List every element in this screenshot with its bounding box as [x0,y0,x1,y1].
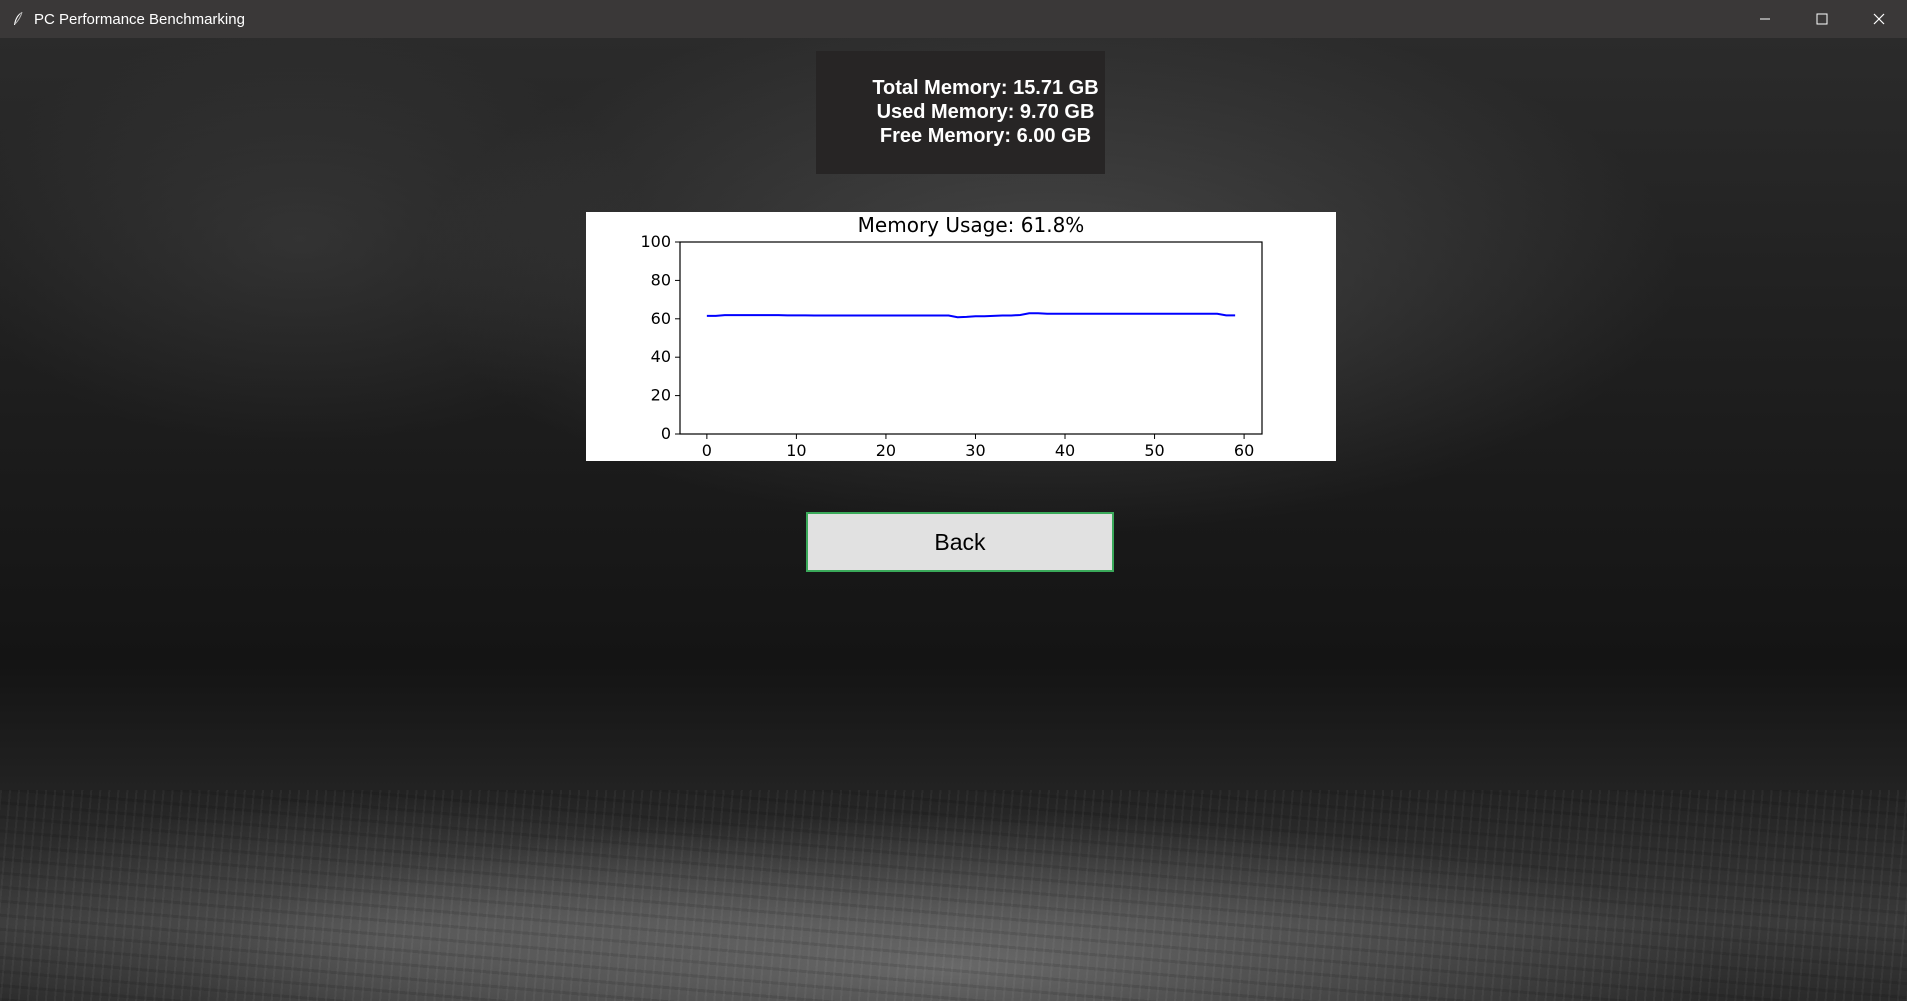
maximize-icon [1816,13,1827,25]
x-tick-label: 40 [1055,441,1075,460]
x-tick-label: 0 [702,441,712,460]
back-button[interactable]: Back [806,512,1114,572]
window-controls [1736,0,1907,38]
memory-usage-line [706,312,1236,319]
y-tick-label: 100 [640,232,671,251]
y-tick-label: 60 [651,309,671,328]
y-tick-label: 80 [651,270,671,289]
close-button[interactable] [1850,0,1907,38]
app-window: PC Performance Benchmarking Total Memory… [0,0,1907,1001]
used-memory-label: Used Memory: 9.70 GB [876,101,1095,123]
x-tick-label: 60 [1234,441,1254,460]
minimize-icon [1759,18,1770,20]
close-icon [1873,13,1884,25]
x-tick-label: 10 [786,441,806,460]
maximize-button[interactable] [1793,0,1850,38]
y-tick-label: 20 [651,386,671,405]
x-tick-label: 30 [965,441,985,460]
plot-frame [679,241,1263,435]
memory-info-panel: Total Memory: 15.71 GB Used Memory: 9.70… [816,51,1105,174]
memory-usage-chart: Memory Usage: 61.8% 0 20 40 60 80 100 0 10 20 30 40… [586,212,1336,461]
x-tick-label: 50 [1144,441,1164,460]
feather-icon [10,11,26,27]
free-memory-label: Free Memory: 6.00 GB [879,125,1092,147]
title-bar[interactable]: PC Performance Benchmarking [0,0,1907,38]
memory-usage-chart-svg: Memory Usage: 61.8% 0 20 40 60 80 100 0 10 20 30 40… [640,213,1263,460]
minimize-button[interactable] [1736,0,1793,38]
total-memory-label: Total Memory: 15.71 GB [872,77,1099,99]
chart-title: Memory Usage: 61.8% [858,213,1085,237]
y-tick-label: 0 [661,424,671,443]
window-title: PC Performance Benchmarking [34,10,245,28]
y-tick-label: 40 [651,347,671,366]
background-floor [0,790,1907,1001]
x-tick-label: 20 [876,441,896,460]
